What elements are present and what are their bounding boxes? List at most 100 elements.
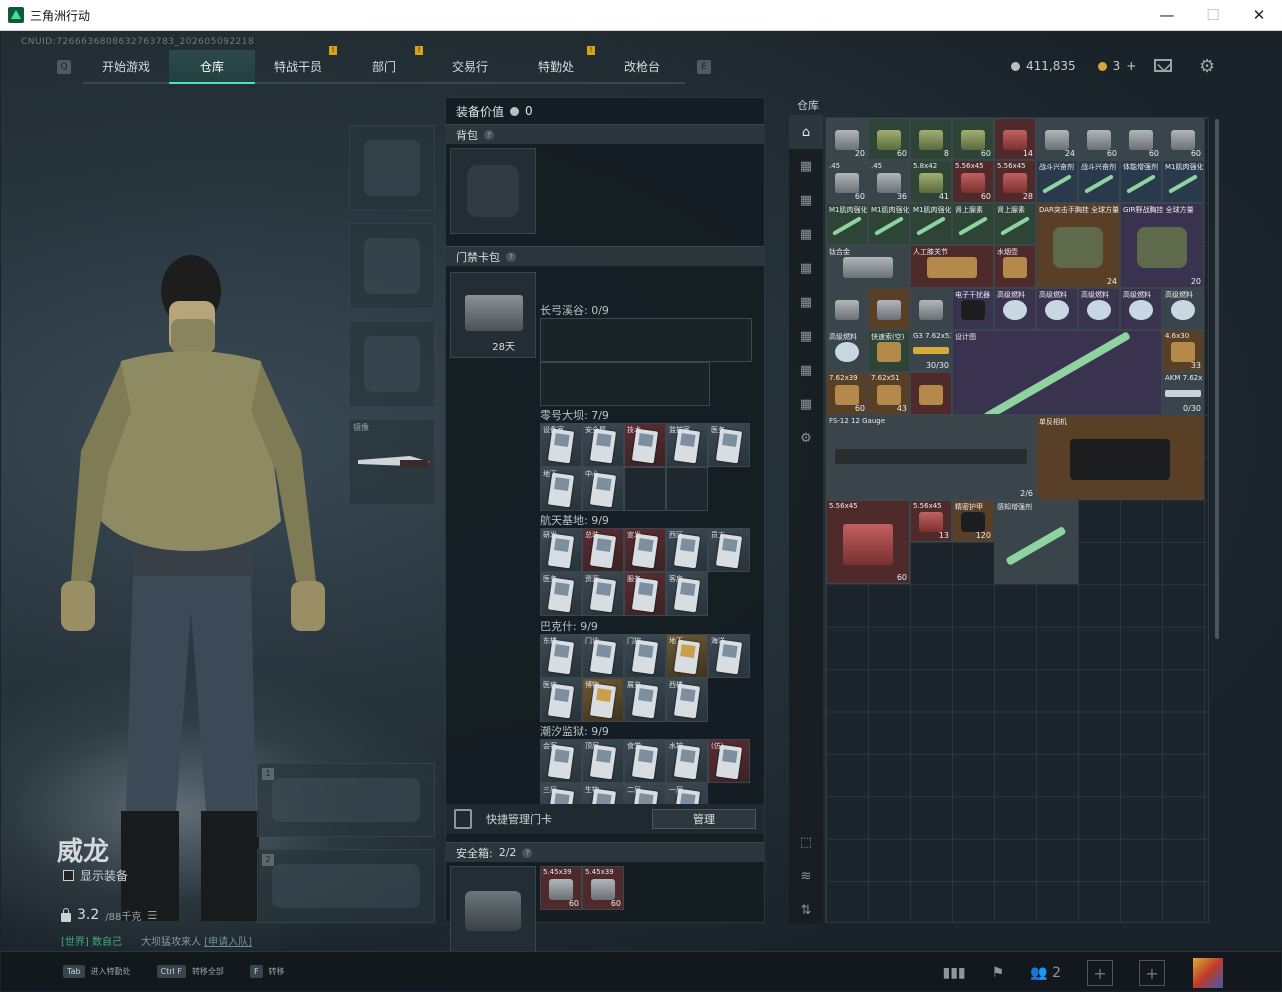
safebox-help-icon[interactable]: ? [522,847,533,858]
warehouse-item[interactable] [826,287,868,330]
warehouse-tab-6-icon[interactable]: ▦ [789,285,823,319]
warehouse-item[interactable]: 7.62x39 60 [826,372,868,415]
keycard-slot[interactable]: 西楼 [666,678,708,722]
flag-icon[interactable]: ⚑ [992,965,1005,981]
manage-button[interactable]: 管理 [652,809,756,829]
warehouse-tab-7-icon[interactable]: ▦ [789,319,823,353]
warehouse-item[interactable] [910,372,952,415]
warehouse-item[interactable]: FS-12 12 Gauge 2/6 [826,414,1036,500]
warehouse-item[interactable]: AKM 7.62x39mm 0/30 [1162,372,1204,415]
nav-tab-6[interactable]: 改枪台 [599,50,685,82]
keycard-empty-row[interactable] [540,318,752,362]
warehouse-item[interactable]: 5.56x45 13 [910,499,952,542]
warehouse-item[interactable]: 高级燃料 [1036,287,1078,330]
keycard-slot[interactable]: 展览 [624,678,666,722]
warehouse-item[interactable]: 高级燃料 [1078,287,1120,330]
keycard-slot[interactable]: 医务 [540,572,582,616]
warehouse-scrollbar[interactable] [1215,119,1219,639]
warehouse-tab-3-icon[interactable]: ▦ [789,183,823,217]
chat-join-link[interactable]: [申请入队] [204,937,252,948]
safebox-slot[interactable] [450,866,536,952]
warehouse-tab-8-icon[interactable]: ▦ [789,353,823,387]
nav-prev-key[interactable]: Q [57,60,71,74]
nav-tab-4[interactable]: 交易行 [427,50,513,82]
armor-slot[interactable] [349,223,435,309]
warehouse-item[interactable]: 60 [868,118,910,161]
keycard-case-slot[interactable]: 28天 [450,272,536,358]
invite-slot-2[interactable]: + [1139,960,1165,986]
warehouse-tab-4-icon[interactable]: ▦ [789,217,823,251]
keycard-slot[interactable]: 员工 [708,528,750,572]
warehouse-item[interactable]: 5.56x45 28 [994,160,1036,203]
warehouse-item[interactable]: 5.8x42 41 [910,160,952,203]
keycard-slot[interactable]: 顶层 [582,739,624,783]
warehouse-item[interactable]: 战斗兴奋剂 [1078,160,1120,203]
keycard-slot[interactable]: 监控室 [666,423,708,467]
nav-tab-0[interactable]: 开始游戏 [83,50,169,82]
weight-list-icon[interactable]: ☰ [147,909,157,922]
warehouse-item[interactable]: 设计图 [952,330,1162,415]
warehouse-item[interactable]: 7.62x51 43 [868,372,910,415]
warehouse-item[interactable]: 电子干扰器 [952,287,994,330]
keycard-slot[interactable]: 设备室 [540,423,582,467]
warehouse-item[interactable]: 高级燃料 [994,287,1036,330]
keycard-slot[interactable]: (仿) [708,739,750,783]
mail-icon[interactable] [1154,59,1172,72]
warehouse-item[interactable]: 感知增强剂 [994,499,1078,585]
warehouse-sort-icon[interactable]: ≋ [789,859,823,893]
keycard-slot[interactable]: 海洋 [708,634,750,678]
warehouse-item[interactable]: 高级燃料 [826,330,868,373]
keycard-slot[interactable]: 会客 [540,739,582,783]
stats-icon[interactable]: ▮▮▮ [943,965,966,981]
warehouse-item[interactable]: 钛合金 [826,245,910,288]
warehouse-item[interactable]: GIR野战胸挂 全球方量 20 [1120,202,1204,288]
keycard-slot[interactable] [624,467,666,511]
warehouse-item[interactable]: 水烟壶 [994,245,1036,288]
warehouse-item[interactable]: 14 [994,118,1036,161]
keycard-slot[interactable]: 资源 [582,572,624,616]
warehouse-item[interactable]: 高级燃料 [1120,287,1162,330]
keycard-slot[interactable]: 博物 [582,678,624,722]
keycard-slot[interactable]: 技术 [624,423,666,467]
settings-gear-icon[interactable]: ⚙ [1199,56,1215,77]
player-avatar[interactable] [1193,958,1223,988]
nav-next-key[interactable]: E [697,60,711,74]
primary-weapon-slot[interactable]: 1 [257,763,435,837]
warehouse-item[interactable]: M1肌肉强化 [910,202,952,246]
warehouse-item[interactable]: 单反相机 [1036,414,1204,500]
warehouse-item[interactable]: 60 [1162,118,1204,161]
warehouse-item[interactable]: 快速索(空) [868,330,910,373]
keycard-empty-row[interactable] [540,362,710,406]
keycard-slot[interactable]: 医疗 [540,678,582,722]
keycard-slot[interactable]: 研发 [540,528,582,572]
keycard-slot[interactable]: 宣发 [624,528,666,572]
warehouse-item[interactable]: 60 [1120,118,1162,161]
melee-slot[interactable]: 镜像 [349,419,435,505]
keycard-help-icon[interactable]: ? [506,251,516,262]
backpack-slot[interactable] [450,148,536,234]
warehouse-item[interactable]: DAR突击手胸挂 全球方量 24 [1036,202,1120,288]
warehouse-tab-2-icon[interactable]: ▦ [789,149,823,183]
nav-tab-3[interactable]: 部门! [341,46,427,82]
keycard-slot[interactable]: 食堂 [624,739,666,783]
warehouse-item[interactable]: .45 36 [868,160,910,203]
warehouse-item[interactable]: 20 [826,118,868,161]
warehouse-item[interactable]: .45 60 [826,160,868,203]
key-hint[interactable]: Ctrl F 转移全部 [156,965,224,978]
warehouse-item[interactable]: M1肌肉强化 [826,202,868,246]
keycard-slot[interactable]: 地下 [540,467,582,511]
nav-tab-1[interactable]: 仓库 [169,50,255,84]
helmet-slot[interactable] [349,125,435,211]
minimize-button[interactable]: — [1144,0,1190,30]
warehouse-tab-5-icon[interactable]: ▦ [789,251,823,285]
warehouse-item[interactable]: 8 [910,118,952,161]
safebox-item[interactable]: 5.45x39 60 [540,866,582,910]
warehouse-item[interactable]: M1肌肉强化 [1162,160,1204,203]
keycard-slot[interactable]: 东楼 [540,634,582,678]
keycard-slot[interactable] [666,467,708,511]
add-currency-button[interactable]: + [1126,59,1136,73]
warehouse-item[interactable]: M1肌肉强化 [868,202,910,246]
warehouse-settings-icon[interactable]: ⚙ [789,421,823,455]
warehouse-item[interactable]: 肾上腺素 [994,202,1036,246]
warehouse-item[interactable]: 战斗兴奋剂 [1036,160,1078,203]
